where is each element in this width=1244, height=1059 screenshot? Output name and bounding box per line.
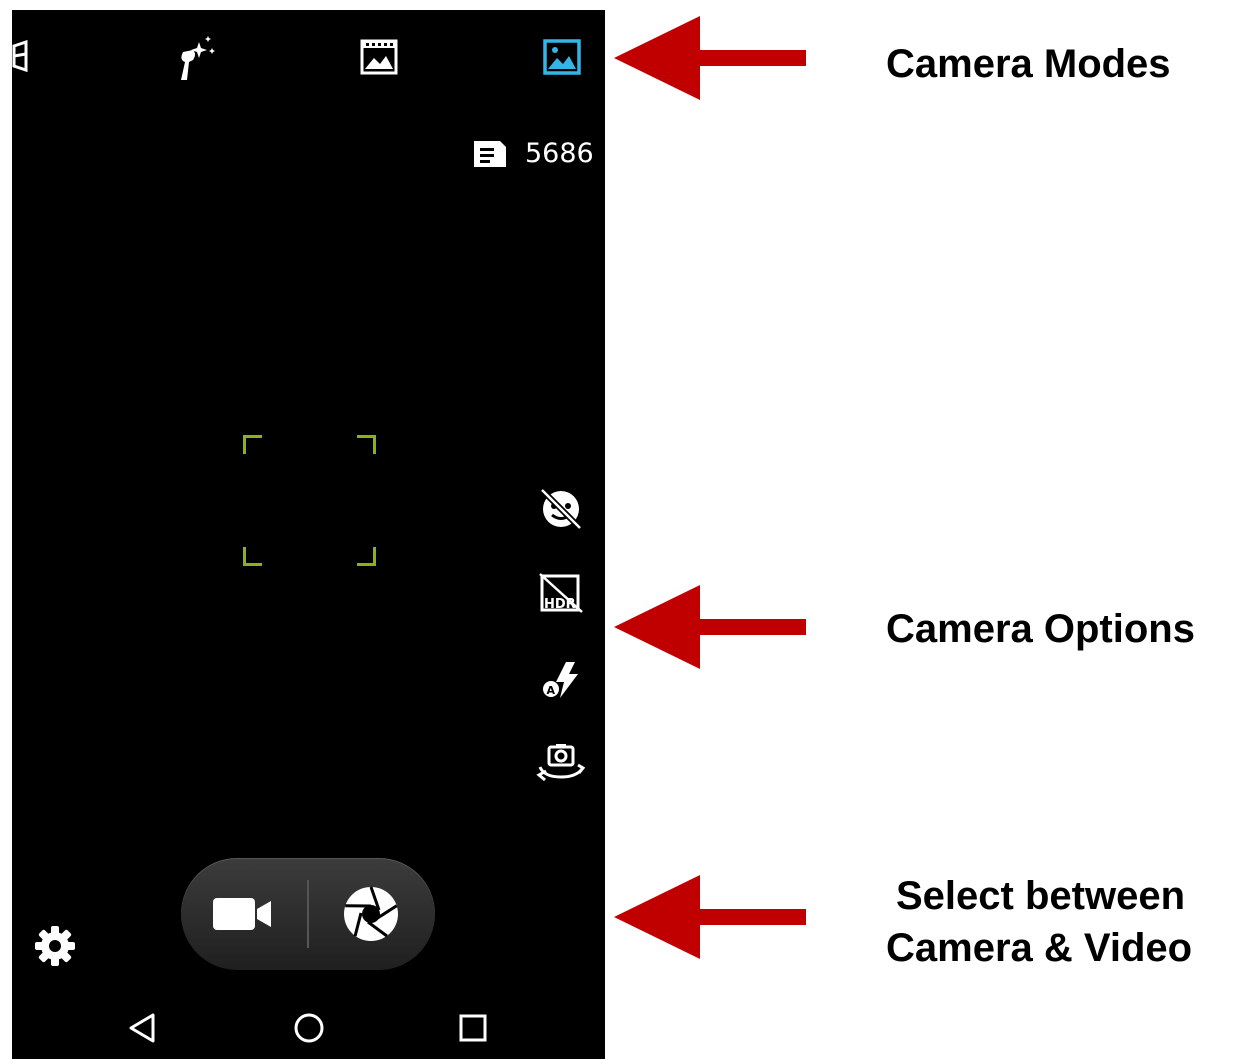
camera-modes-arrow bbox=[614, 16, 806, 100]
video-mode-icon[interactable] bbox=[360, 38, 398, 76]
camera-video-switch bbox=[181, 858, 435, 970]
focus-frame-corner bbox=[357, 435, 376, 454]
camera-screen: 5686 HDR A bbox=[12, 10, 605, 1059]
switch-divider bbox=[307, 880, 309, 948]
beautify-mode-icon[interactable] bbox=[175, 36, 219, 82]
svg-text:A: A bbox=[547, 684, 556, 697]
flash-auto-icon[interactable]: A bbox=[542, 660, 582, 700]
camera-modes-label: Camera Modes bbox=[886, 42, 1171, 86]
camera-options-arrow bbox=[614, 585, 806, 669]
switch-camera-icon[interactable] bbox=[536, 743, 586, 783]
camera-video-label-line2: Camera & Video bbox=[886, 926, 1193, 970]
face-detection-off-icon[interactable] bbox=[538, 486, 584, 532]
photo-mode-icon[interactable] bbox=[543, 38, 581, 76]
hdr-off-icon[interactable]: HDR bbox=[538, 572, 584, 614]
back-icon[interactable] bbox=[127, 1012, 159, 1044]
panorama-mode-icon[interactable] bbox=[12, 40, 34, 74]
gear-icon[interactable] bbox=[33, 924, 77, 968]
camera-video-arrow bbox=[614, 875, 806, 959]
shutter-icon[interactable] bbox=[341, 884, 401, 944]
video-camera-icon[interactable] bbox=[211, 896, 273, 932]
home-icon[interactable] bbox=[292, 1011, 326, 1045]
svg-text:HDR: HDR bbox=[544, 597, 576, 612]
remaining-shots-count: 5686 bbox=[525, 138, 594, 169]
focus-frame-corner bbox=[243, 547, 262, 566]
focus-frame-corner bbox=[357, 547, 376, 566]
camera-video-label-line1: Select between bbox=[896, 874, 1186, 918]
navigation-bar bbox=[12, 1000, 605, 1059]
sd-card-icon bbox=[474, 141, 506, 167]
recents-icon[interactable] bbox=[458, 1013, 488, 1043]
focus-frame-corner bbox=[243, 435, 262, 454]
camera-options-label: Camera Options bbox=[886, 607, 1195, 651]
